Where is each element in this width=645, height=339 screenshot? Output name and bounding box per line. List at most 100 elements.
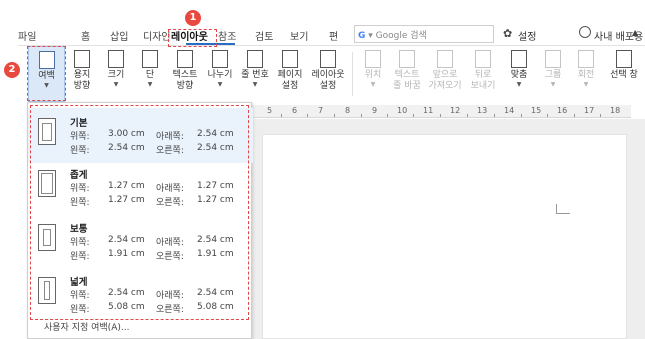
size-icon [108,50,124,68]
chevron-down-icon: ▼ [370,81,376,88]
tab-design[interactable]: 디자인 [143,28,171,43]
rotate-icon [578,50,594,68]
selection-pane-icon [616,50,632,68]
ruler-tick [361,114,362,117]
collapse-ribbon-icon[interactable]: ▲ [632,28,638,37]
tab-insert[interactable]: 삽입 [110,28,128,43]
bring-forward-icon [437,50,453,68]
position-label: 위치 [364,70,382,80]
breaks-label: 나누기 [207,70,233,80]
ruler-tick [440,114,441,117]
chevron-down-icon: ▼ [147,81,153,88]
distribution-icon [579,26,591,38]
align-button[interactable]: 맞춤 ▼ [504,46,534,102]
ruler-tick [387,114,388,117]
google-icon: G [358,31,366,41]
margins-button-highlight [27,46,66,101]
columns-label: 단 [145,70,155,80]
ruler-number: 17 [584,106,595,115]
columns-button[interactable]: 단 ▼ [135,46,165,102]
ruler-tick [281,114,282,117]
send-backward-button[interactable]: 뒤로 보내기 [466,46,500,102]
ruler-number: 16 [557,106,568,115]
tab-edit[interactable]: 편 [329,28,338,43]
send-backward-label: 뒤로 보내기 [470,70,496,91]
ruler-tick [574,114,575,117]
tab-home[interactable]: 홈 [81,28,90,43]
settings-button[interactable]: 설정 [518,28,536,43]
orientation-icon [74,50,90,68]
chevron-down-icon: ▼ [550,81,556,88]
ruler-number: 9 [372,106,378,115]
align-label: 맞춤 [510,70,528,80]
orientation-button[interactable]: 용지 방향 [67,46,97,102]
columns-icon [142,50,158,68]
horizontal-ruler[interactable]: 5 6 7 8 9 10 11 12 13 14 15 16 17 18 [251,105,631,118]
ruler-number: 13 [477,106,488,115]
callout-badge-2: 2 [4,62,20,78]
ruler-tick [307,114,308,117]
tab-review[interactable]: 검토 [255,28,273,43]
align-icon [511,50,527,68]
ribbon-separator [352,52,353,96]
layout-settings-label: 레이아웃 설정 [311,70,345,91]
gear-icon[interactable]: ✿ [503,27,512,40]
ruler-number: 14 [504,106,515,115]
page-margin-corner-mark [556,204,570,214]
ribbon-tab-bar: 파일 홈 삽입 디자인 레이아웃 참조 검토 보기 편 G ▾ Google 검… [18,22,645,46]
wrap-text-label: 텍스트 줄 바꿈 [393,70,421,91]
ruler-number: 8 [345,106,351,115]
text-direction-icon [177,50,193,68]
line-numbers-icon [247,50,263,68]
selection-pane-label: 선택 창 [610,70,638,80]
layout-settings-icon [320,50,336,68]
text-direction-button[interactable]: 텍스트 방향 [168,46,202,102]
margin-presets-highlight [30,105,249,320]
orientation-label: 용지 방향 [73,70,91,91]
chevron-down-icon: ▼ [113,81,119,88]
bring-forward-button[interactable]: 앞으로 가져오기 [426,46,464,102]
layout-ribbon: 여백 ▼ 용지 방향 크기 ▼ 단 ▼ 텍스트 방향 나누기 ▼ 줄 번호 ▼ … [18,46,645,104]
ruler-number: 15 [531,106,542,115]
page-setup-label: 페이지 설정 [277,70,303,91]
send-backward-icon [475,50,491,68]
size-button[interactable]: 크기 ▼ [101,46,131,102]
ruler-number: 7 [318,106,324,115]
chevron-down-icon: ▼ [583,81,589,88]
document-page[interactable] [262,134,627,339]
page-setup-button[interactable]: 페이지 설정 [274,46,306,102]
chevron-down-icon: ▼ [252,81,258,88]
wrap-text-icon [399,50,415,68]
tab-references[interactable]: 참조 [218,28,236,43]
custom-margins-menu-item[interactable]: 사용자 지정 여백(A)... [44,320,129,333]
line-numbers-label: 줄 번호 [241,70,269,80]
ruler-tick [467,114,468,117]
tab-file[interactable]: 파일 [18,28,36,43]
google-search-input[interactable]: G ▾ Google 검색 [354,25,494,43]
position-button[interactable]: 위치 ▼ [358,46,388,102]
ruler-tick [413,114,414,117]
line-numbers-button[interactable]: 줄 번호 ▼ [238,46,272,102]
bring-forward-label: 앞으로 가져오기 [428,70,462,91]
ruler-number: 10 [397,106,408,115]
selection-pane-button[interactable]: 선택 창 [605,46,643,102]
group-icon [545,50,561,68]
tab-view[interactable]: 보기 [290,28,308,43]
wrap-text-button[interactable]: 텍스트 줄 바꿈 [390,46,424,102]
layout-tab-highlight [168,29,217,47]
ruler-tick [334,114,335,117]
rotate-button[interactable]: 회전 ▼ [571,46,601,102]
rotate-label: 회전 [577,70,595,80]
ruler-tick [521,114,522,117]
layout-settings-button[interactable]: 레이아웃 설정 [308,46,348,102]
position-icon [365,50,381,68]
breaks-icon [212,50,228,68]
ruler-number: 18 [610,106,621,115]
ruler-tick [547,114,548,117]
size-label: 크기 [107,70,125,80]
breaks-button[interactable]: 나누기 ▼ [205,46,235,102]
text-direction-label: 텍스트 방향 [172,70,198,91]
group-label: 그룹 [544,70,562,80]
search-dropdown-icon: ▾ [368,31,373,41]
group-button[interactable]: 그룹 ▼ [538,46,568,102]
